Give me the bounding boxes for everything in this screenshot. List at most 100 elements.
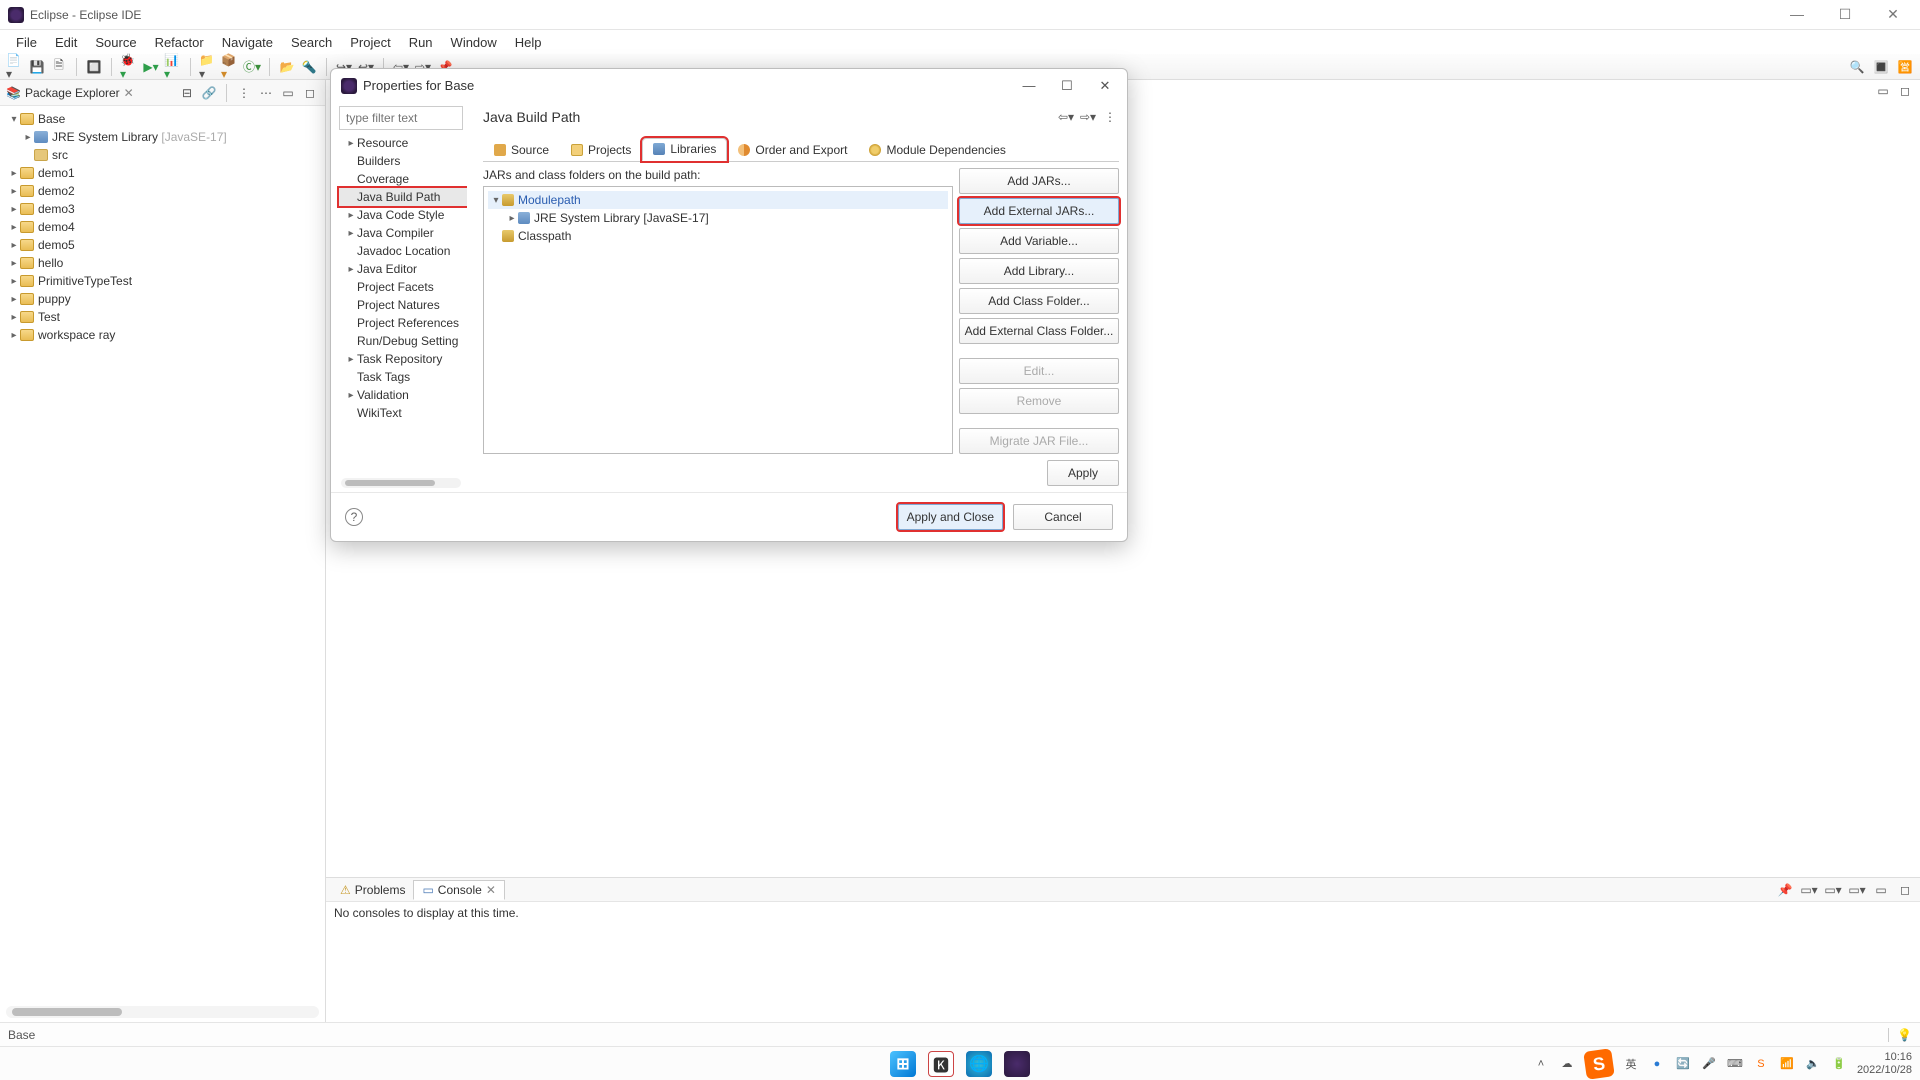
- settings-item-coverage[interactable]: Coverage: [339, 170, 467, 188]
- horizontal-scrollbar[interactable]: [6, 1006, 319, 1018]
- help-icon[interactable]: ?: [345, 508, 363, 526]
- tab-problems[interactable]: ⚠ Problems: [332, 881, 413, 899]
- ime-language[interactable]: 英: [1623, 1056, 1639, 1072]
- project-node[interactable]: ▸hello: [4, 254, 323, 272]
- menu-navigate[interactable]: Navigate: [214, 33, 281, 52]
- microphone-icon[interactable]: 🎤: [1701, 1056, 1717, 1072]
- menu-help[interactable]: Help: [507, 33, 550, 52]
- maximize-view-icon[interactable]: ◻: [1896, 82, 1914, 100]
- menu-refactor[interactable]: Refactor: [147, 33, 212, 52]
- menu-edit[interactable]: Edit: [47, 33, 85, 52]
- run-icon[interactable]: ▶▾: [142, 58, 160, 76]
- add-variable-button[interactable]: Add Variable...: [959, 228, 1119, 254]
- menu-file[interactable]: File: [8, 33, 45, 52]
- package-explorer-tree[interactable]: ▾ Base ▸ JRE System Library [JavaSE-17] …: [0, 106, 325, 1006]
- project-node[interactable]: ▸Test: [4, 308, 323, 326]
- settings-item-java-build-path[interactable]: Java Build Path: [339, 188, 467, 206]
- settings-item-java-code-style[interactable]: ▸Java Code Style: [339, 206, 467, 224]
- expand-icon[interactable]: ▸: [8, 240, 20, 251]
- expand-icon[interactable]: [345, 336, 357, 347]
- tray-icon[interactable]: ●: [1649, 1056, 1665, 1072]
- expand-icon[interactable]: [490, 231, 502, 242]
- settings-item-project-natures[interactable]: Project Natures: [339, 296, 467, 314]
- dialog-close-button[interactable]: ✕: [1093, 78, 1117, 94]
- expand-icon[interactable]: ▸: [506, 213, 518, 224]
- menu-source[interactable]: Source: [87, 33, 144, 52]
- settings-item-javadoc-location[interactable]: Javadoc Location: [339, 242, 467, 260]
- minimize-view-icon[interactable]: ▭: [1872, 881, 1890, 899]
- cancel-button[interactable]: Cancel: [1013, 504, 1113, 530]
- coverage-icon[interactable]: 📊▾: [164, 58, 182, 76]
- volume-icon[interactable]: 🔈: [1805, 1056, 1821, 1072]
- expand-icon[interactable]: [345, 408, 357, 419]
- expand-icon[interactable]: [345, 246, 357, 257]
- sync-icon[interactable]: 🔄: [1675, 1056, 1691, 1072]
- start-icon[interactable]: ⊞: [890, 1051, 916, 1077]
- expand-icon[interactable]: ▸: [8, 186, 20, 197]
- apply-button[interactable]: Apply: [1047, 460, 1119, 486]
- taskbar-app-icon[interactable]: 🅺: [928, 1051, 954, 1077]
- expand-icon[interactable]: ▸: [345, 264, 357, 275]
- view-menu-icon[interactable]: ⋮: [1101, 108, 1119, 126]
- minimize-view-icon[interactable]: ▭: [279, 84, 297, 102]
- back-icon[interactable]: ⇦▾: [1057, 108, 1075, 126]
- apply-and-close-button[interactable]: Apply and Close: [898, 504, 1003, 530]
- system-clock[interactable]: 10:16 2022/10/28: [1857, 1051, 1912, 1075]
- new-package-icon[interactable]: 📦▾: [221, 58, 239, 76]
- build-node[interactable]: ▾Modulepath: [488, 191, 948, 209]
- maximize-view-icon[interactable]: ◻: [301, 84, 319, 102]
- settings-item-builders[interactable]: Builders: [339, 152, 467, 170]
- wifi-icon[interactable]: 📶: [1779, 1056, 1795, 1072]
- expand-icon[interactable]: [345, 372, 357, 383]
- link-editor-icon[interactable]: 🔗: [200, 84, 218, 102]
- project-node[interactable]: ▸demo5: [4, 236, 323, 254]
- view-close-icon[interactable]: ✕: [124, 86, 134, 100]
- expand-icon[interactable]: ▸: [8, 294, 20, 305]
- expand-icon[interactable]: ▸: [8, 330, 20, 341]
- horizontal-scrollbar[interactable]: [341, 478, 461, 488]
- debug-icon[interactable]: 🐞▾: [120, 58, 138, 76]
- edge-icon[interactable]: 🌐: [966, 1051, 992, 1077]
- collapse-all-icon[interactable]: ⊟: [178, 84, 196, 102]
- settings-item-java-editor[interactable]: ▸Java Editor: [339, 260, 467, 278]
- tab-console[interactable]: ▭ Console ✕: [413, 880, 504, 900]
- maximize-button[interactable]: ☐: [1832, 6, 1858, 23]
- project-node[interactable]: ▸demo3: [4, 200, 323, 218]
- forward-icon[interactable]: ⇨▾: [1079, 108, 1097, 126]
- project-node[interactable]: ▾ Base: [4, 110, 323, 128]
- tab-order-and-export[interactable]: Order and Export: [727, 139, 858, 161]
- expand-icon[interactable]: ▸: [345, 228, 357, 239]
- project-node[interactable]: ▸puppy: [4, 290, 323, 308]
- settings-item-java-compiler[interactable]: ▸Java Compiler: [339, 224, 467, 242]
- expand-icon[interactable]: ▸: [8, 222, 20, 233]
- new-icon[interactable]: 📄▾: [6, 58, 24, 76]
- add-library-button[interactable]: Add Library...: [959, 258, 1119, 284]
- battery-icon[interactable]: 🔋: [1831, 1056, 1847, 1072]
- settings-item-task-repository[interactable]: ▸Task Repository: [339, 350, 467, 368]
- settings-item-wikitext[interactable]: WikiText: [339, 404, 467, 422]
- build-path-tree[interactable]: ▾Modulepath▸JRE System Library [JavaSE-1…: [483, 186, 953, 454]
- expand-icon[interactable]: ▸: [8, 258, 20, 269]
- dialog-maximize-button[interactable]: ☐: [1055, 78, 1079, 94]
- jre-library-node[interactable]: ▸ JRE System Library [JavaSE-17]: [4, 128, 323, 146]
- maximize-view-icon[interactable]: ◻: [1896, 881, 1914, 899]
- project-node[interactable]: ▸PrimitiveTypeTest: [4, 272, 323, 290]
- settings-item-validation[interactable]: ▸Validation: [339, 386, 467, 404]
- expand-icon[interactable]: [345, 156, 357, 167]
- project-node[interactable]: ▸demo1: [4, 164, 323, 182]
- build-node[interactable]: Classpath: [488, 227, 948, 245]
- expand-icon[interactable]: ▸: [345, 138, 357, 149]
- project-node[interactable]: ▸demo4: [4, 218, 323, 236]
- settings-item-project-references[interactable]: Project References: [339, 314, 467, 332]
- build-node[interactable]: ▸JRE System Library [JavaSE-17]: [488, 209, 948, 227]
- close-button[interactable]: ✕: [1880, 6, 1906, 23]
- tab-source[interactable]: Source: [483, 139, 560, 161]
- tab-libraries[interactable]: Libraries: [642, 138, 727, 161]
- keyboard-icon[interactable]: ⌨: [1727, 1056, 1743, 1072]
- dialog-title-bar[interactable]: Properties for Base ― ☐ ✕: [331, 69, 1127, 102]
- expand-icon[interactable]: [345, 300, 357, 311]
- expand-icon[interactable]: [345, 192, 357, 203]
- open-task-icon[interactable]: 📂: [278, 58, 296, 76]
- minimize-view-icon[interactable]: ▭: [1874, 82, 1892, 100]
- tab-module-dependencies[interactable]: Module Dependencies: [858, 139, 1016, 161]
